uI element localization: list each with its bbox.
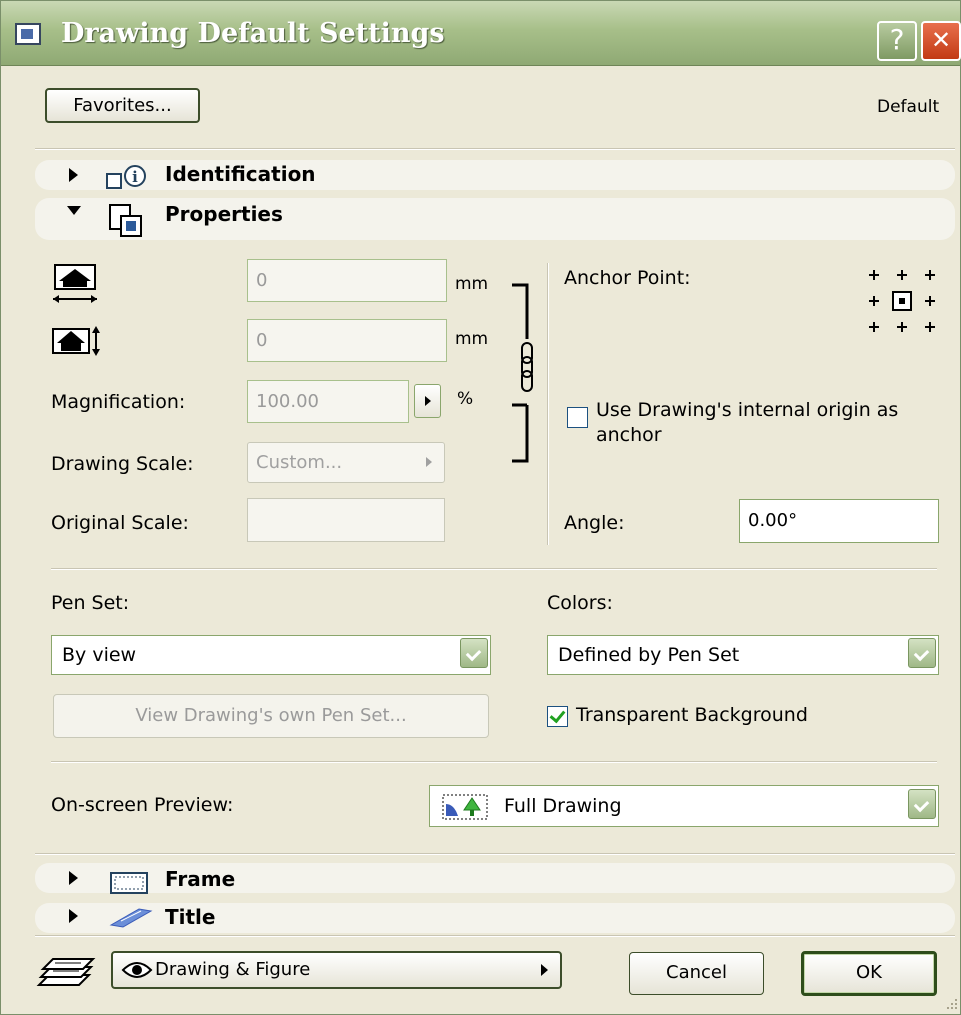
eye-icon [121,962,153,978]
svg-text:i: i [132,168,138,186]
on-screen-preview-label: On-screen Preview: [51,794,234,816]
drawing-scale-label: Drawing Scale: [51,453,194,475]
divider [51,568,937,570]
help-icon[interactable]: ? [877,21,917,61]
transparent-background-checkbox[interactable] [547,706,568,727]
original-scale-field [247,498,445,542]
on-screen-preview-select[interactable]: Full Drawing [429,785,939,827]
divider [51,761,937,763]
section-title[interactable]: Title [35,903,955,933]
height-field[interactable]: 0 [247,319,447,362]
identification-icon: i [106,165,146,189]
width-field[interactable]: 0 [247,259,447,302]
title-bar[interactable]: Drawing Default Settings ? ✕ [1,1,961,66]
height-unit: mm [455,329,489,349]
vertical-divider [547,263,549,545]
favorites-button[interactable]: Favorites... [45,88,200,123]
properties-icon [109,204,142,237]
section-identification-label: Identification [165,162,316,186]
divider [35,935,955,937]
dropdown-arrow-icon [908,789,936,819]
section-frame[interactable]: Frame [35,863,955,894]
height-icon [52,326,100,356]
title-icon [109,908,153,928]
drawing-scale-value: Custom... [256,452,343,473]
pen-set-select[interactable]: By view [51,635,491,675]
original-scale-label: Original Scale: [51,512,189,534]
section-title-label: Title [165,905,216,929]
use-origin-label-line2: anchor [596,424,662,446]
on-screen-preview-value: Full Drawing [504,795,622,817]
use-origin-checkbox[interactable] [567,407,588,428]
layer-value: Drawing & Figure [155,959,311,980]
use-origin-label-line1: Use Drawing's internal origin as [596,399,899,421]
cancel-button[interactable]: Cancel [629,952,764,995]
expand-arrow-icon [69,871,78,885]
colors-value: Defined by Pen Set [558,644,740,666]
magnification-label: Magnification: [51,391,186,413]
magnification-menu-button[interactable] [414,384,441,418]
anchor-point-icon[interactable] [867,265,937,335]
pen-set-label: Pen Set: [51,592,130,614]
expand-arrow-icon [69,909,78,923]
ok-button[interactable]: OK [801,951,937,996]
view-pen-set-button[interactable]: View Drawing's own Pen Set... [53,694,489,738]
angle-field[interactable]: 0.00° [739,499,939,543]
dropdown-arrow-icon [460,638,488,668]
magnification-field[interactable]: 100.00 [247,380,409,423]
divider [35,148,955,150]
frame-icon [110,872,148,894]
width-unit: mm [455,274,489,294]
expand-arrow-icon [69,168,78,182]
layer-select[interactable]: Drawing & Figure [111,951,562,989]
anchor-point-label: Anchor Point: [564,267,691,289]
dialog-window: Drawing Default Settings ? ✕ Favorites..… [0,0,961,1015]
full-drawing-icon [442,794,488,820]
colors-label: Colors: [547,592,613,614]
dropdown-arrow-icon [908,638,936,668]
divider [35,853,955,855]
menu-arrow-icon [425,396,431,406]
drawing-scale-select[interactable]: Custom... [247,442,445,483]
window-title: Drawing Default Settings [61,18,445,49]
close-icon[interactable]: ✕ [921,21,961,61]
section-properties-label: Properties [165,202,283,226]
layers-icon [36,958,96,986]
collapse-arrow-icon [67,206,81,215]
chain-link-icon[interactable] [509,279,539,465]
width-icon [53,264,97,303]
app-icon [15,23,41,45]
magnification-unit: % [457,389,474,409]
section-properties[interactable]: Properties [35,198,955,240]
menu-arrow-icon [541,964,548,976]
section-identification[interactable]: i Identification [35,160,955,190]
angle-label: Angle: [564,512,625,534]
resize-grip-icon[interactable] [941,995,959,1013]
default-label: Default [877,97,940,117]
colors-select[interactable]: Defined by Pen Set [547,635,939,675]
pen-set-value: By view [62,644,137,666]
menu-arrow-icon [426,457,432,467]
transparent-background-label: Transparent Background [576,704,808,726]
section-frame-label: Frame [165,867,236,891]
